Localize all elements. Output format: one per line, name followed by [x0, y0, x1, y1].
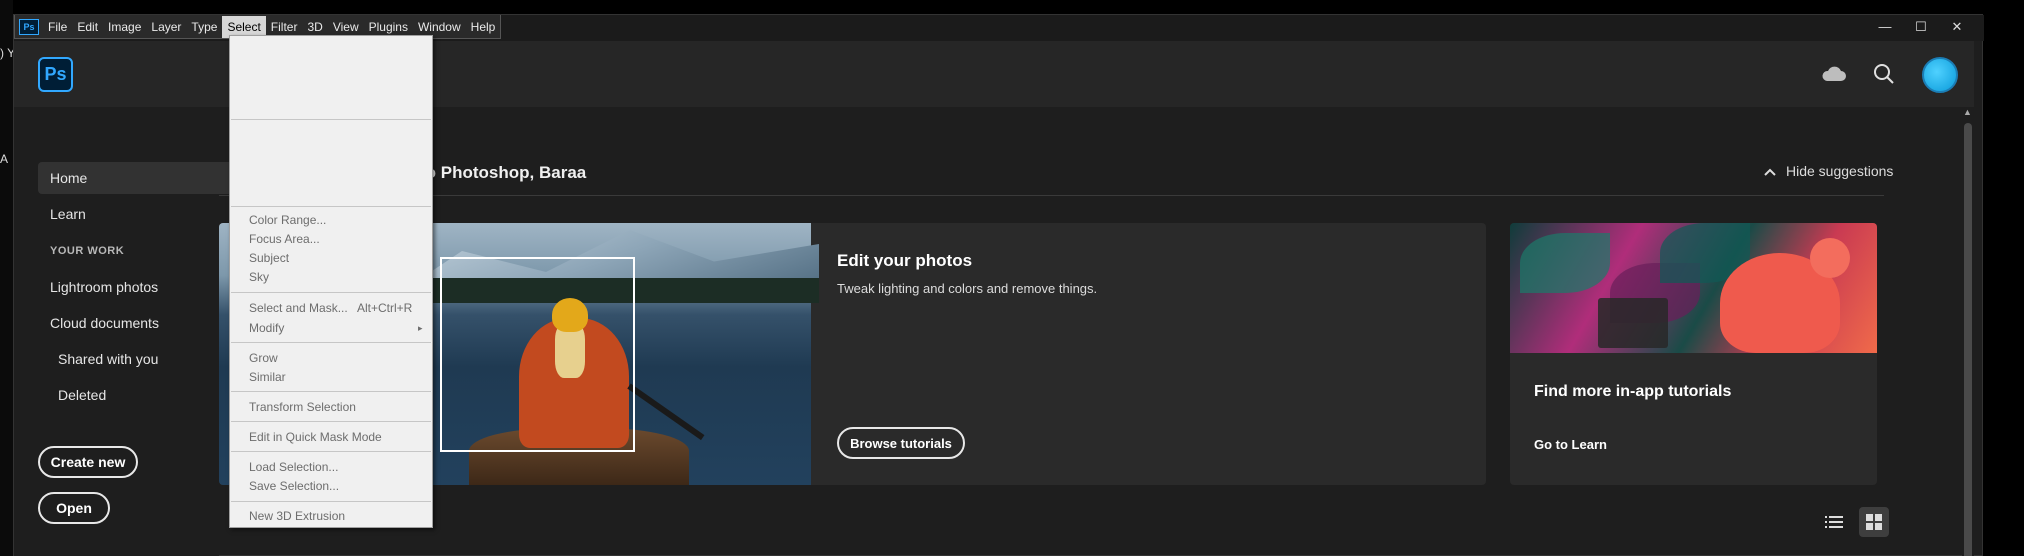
menu-item-similar[interactable]: Similar	[230, 368, 434, 387]
menu-file[interactable]: File	[43, 16, 72, 38]
menu-help[interactable]: Help	[466, 16, 501, 38]
menu-item-modify[interactable]: Modify ▸	[230, 319, 434, 338]
maximize-button[interactable]: ☐	[1903, 15, 1939, 39]
menu-separator	[231, 501, 431, 502]
menu-layer[interactable]: Layer	[146, 16, 186, 38]
create-new-button[interactable]: Create new	[38, 446, 138, 478]
view-toggle	[1819, 507, 1889, 537]
window-controls: — ☐ ✕	[1867, 15, 1975, 39]
desktop-fragment: A	[0, 152, 9, 166]
card-title: Edit your photos	[837, 251, 973, 270]
divider	[219, 195, 1884, 196]
menu-item-new-3d-extrusion[interactable]: New 3D Extrusion	[230, 507, 434, 526]
chevron-up-icon	[1764, 163, 1776, 179]
menu-separator	[231, 292, 431, 293]
menu-item-shortcut: Alt+Ctrl+R	[357, 301, 413, 315]
cloud-icon[interactable]	[1819, 59, 1849, 89]
layers-panel-preview	[1598, 298, 1668, 348]
select-menu-dropdown: Color Range... Focus Area... Subject Sky…	[229, 35, 433, 528]
sidebar-item-cloud-documents[interactable]: Cloud documents	[38, 307, 238, 339]
menu-separator	[231, 391, 431, 392]
close-button[interactable]: ✕	[1939, 15, 1975, 39]
screen: ) Y A Ps File Edit Image Layer Type Sele…	[0, 0, 2024, 556]
menu-item-subject[interactable]: Subject	[230, 249, 434, 268]
menu-item-focus-area[interactable]: Focus Area...	[230, 230, 434, 249]
hide-suggestions-button[interactable]: Hide suggestions	[1764, 163, 1893, 179]
menu-item-color-range[interactable]: Color Range...	[230, 211, 434, 230]
minimize-button[interactable]: —	[1867, 15, 1903, 39]
grid-view-icon[interactable]	[1859, 507, 1889, 537]
hide-suggestions-label: Hide suggestions	[1786, 163, 1894, 179]
open-button[interactable]: Open	[38, 492, 110, 524]
menu-separator	[231, 119, 431, 120]
sidebar-item-shared[interactable]: Shared with you	[46, 343, 246, 375]
menu-separator	[231, 451, 431, 452]
card-title: Find more in-app tutorials	[1534, 383, 1732, 400]
go-to-learn-link[interactable]: Go to Learn	[1534, 437, 1607, 452]
menu-item-grow[interactable]: Grow	[230, 349, 434, 368]
your-work-heading: YOUR WORK	[50, 245, 125, 257]
menu-item-label: Select and Mask...	[249, 301, 348, 315]
menu-separator	[231, 342, 431, 343]
ps-small-icon: Ps	[19, 18, 39, 35]
sidebar-item-learn[interactable]: Learn	[38, 198, 238, 230]
card-description: Tweak lighting and colors and remove thi…	[837, 281, 1098, 296]
menu-item-transform-selection[interactable]: Transform Selection	[230, 398, 434, 417]
ps-logo[interactable]: Ps	[38, 57, 73, 92]
welcome-heading: to Photoshop, Baraa	[420, 163, 587, 182]
flamingo-image	[1510, 223, 1877, 353]
menu-item-label: Modify	[249, 321, 285, 335]
menu-separator	[231, 421, 431, 422]
menu-separator	[231, 206, 431, 207]
menu-item-save-selection[interactable]: Save Selection...	[230, 477, 434, 496]
menu-item-quick-mask[interactable]: Edit in Quick Mask Mode	[230, 428, 434, 447]
sidebar: Home Learn YOUR WORK Lightroom photos Cl…	[14, 107, 238, 556]
sidebar-item-deleted[interactable]: Deleted	[46, 379, 246, 411]
sidebar-item-home[interactable]: Home	[38, 162, 238, 194]
menu-item-sky[interactable]: Sky	[230, 268, 434, 287]
home-main: to Photoshop, Baraa Hide suggestions Edi…	[219, 107, 1974, 556]
menu-edit[interactable]: Edit	[72, 16, 103, 38]
submenu-arrow-icon: ▸	[418, 323, 423, 333]
sidebar-item-lightroom[interactable]: Lightroom photos	[38, 271, 238, 303]
menu-type[interactable]: Type	[186, 16, 222, 38]
avatar[interactable]	[1922, 57, 1958, 93]
search-icon[interactable]	[1869, 59, 1899, 89]
list-view-icon[interactable]	[1819, 507, 1849, 537]
tutorials-card: Find more in-app tutorials Go to Learn	[1510, 223, 1877, 485]
vertical-scrollbar[interactable]: ▲	[1962, 107, 1974, 556]
menu-image[interactable]: Image	[103, 16, 146, 38]
scroll-up-icon[interactable]: ▲	[1963, 107, 1972, 117]
menu-item-load-selection[interactable]: Load Selection...	[230, 458, 434, 477]
menu-item-select-and-mask[interactable]: Select and Mask... Alt+Ctrl+R	[230, 299, 434, 318]
crop-frame	[440, 257, 635, 452]
browse-tutorials-button[interactable]: Browse tutorials	[837, 427, 965, 459]
desktop-background	[0, 0, 13, 556]
scroll-thumb[interactable]	[1964, 123, 1972, 556]
